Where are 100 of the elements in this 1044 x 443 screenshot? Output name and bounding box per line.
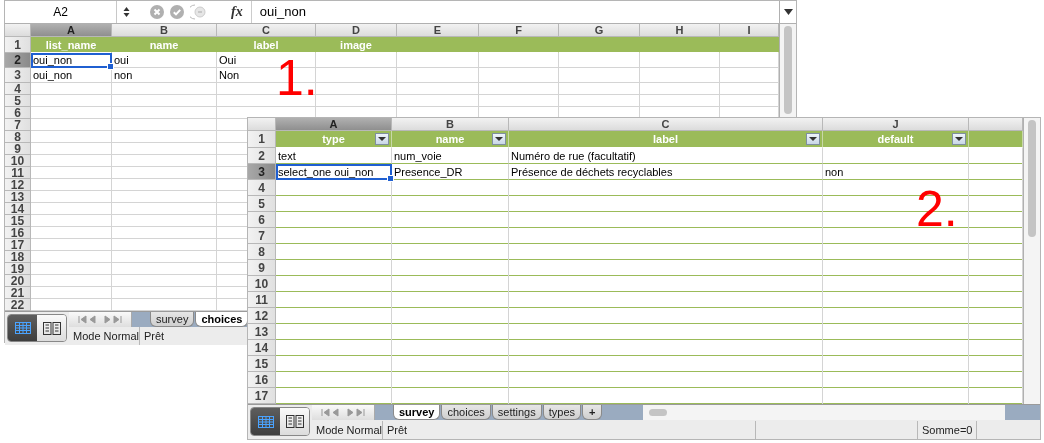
column-header[interactable]: G <box>559 24 640 37</box>
row-header[interactable]: 3 <box>248 164 276 180</box>
row-header[interactable]: 3 <box>5 68 31 83</box>
table-cell[interactable]: Numéro de rue (facultatif) <box>509 148 823 164</box>
status-text: Prêt <box>383 420 756 439</box>
row-header[interactable]: 14 <box>248 340 276 356</box>
header-label: default <box>877 133 914 145</box>
row-header[interactable]: 8 <box>248 244 276 260</box>
grid-icon <box>14 322 31 334</box>
row-header[interactable]: 22 <box>5 299 31 311</box>
dropdown-icon[interactable] <box>783 9 793 15</box>
table-cell[interactable]: text <box>276 148 392 164</box>
table-cell[interactable]: Presence_DR <box>392 164 509 180</box>
row-header[interactable]: 15 <box>248 356 276 372</box>
table-cell[interactable]: non <box>823 164 969 180</box>
table-cell[interactable]: num_voie <box>392 148 509 164</box>
column-header[interactable]: I <box>720 24 779 37</box>
table-cell[interactable]: oui_non <box>31 68 112 83</box>
row-header[interactable]: 9 <box>248 260 276 276</box>
filter-button[interactable] <box>806 133 820 145</box>
page-layout-view-button[interactable] <box>37 315 66 341</box>
sheet-tab[interactable]: types <box>542 405 581 420</box>
row-header[interactable]: 7 <box>248 228 276 244</box>
row-header[interactable]: 18 <box>5 251 31 263</box>
row-header[interactable]: 10 <box>5 155 31 167</box>
cancel-icon[interactable] <box>150 5 164 19</box>
table-cell[interactable]: oui <box>112 53 217 68</box>
scrollbar-thumb[interactable] <box>784 26 792 114</box>
row-header[interactable]: 12 <box>248 308 276 324</box>
filter-button[interactable] <box>952 133 966 145</box>
filter-button[interactable] <box>375 133 389 145</box>
normal-view-button[interactable] <box>251 408 280 435</box>
column-header[interactable]: H <box>640 24 720 37</box>
row-header[interactable]: 15 <box>5 215 31 227</box>
scrollbar-thumb[interactable] <box>1028 120 1036 237</box>
status-sum: Somme=0 <box>918 420 978 439</box>
table-cell[interactable]: non <box>112 68 217 83</box>
header-cell: label <box>217 37 316 53</box>
filter-button[interactable] <box>492 133 506 145</box>
row-header[interactable]: 10 <box>248 276 276 292</box>
row-header[interactable]: 14 <box>5 203 31 215</box>
row-header[interactable]: 11 <box>248 292 276 308</box>
header-cell: name <box>112 37 217 53</box>
column-header[interactable]: A <box>31 24 112 37</box>
row-header[interactable]: 2 <box>248 148 276 164</box>
sheet-navigation-icon[interactable] <box>318 408 368 417</box>
row-header[interactable]: 13 <box>248 324 276 340</box>
row-header[interactable]: 20 <box>5 275 31 287</box>
add-sheet-tab[interactable]: + <box>582 405 603 420</box>
column-header[interactable]: A <box>276 118 392 131</box>
grid-icon <box>257 415 274 428</box>
table-cell[interactable]: oui_non <box>31 53 112 68</box>
cell-reference-box[interactable]: A2 <box>5 1 117 23</box>
sheet-tab[interactable]: survey <box>150 312 195 327</box>
row-header[interactable]: 17 <box>5 239 31 251</box>
check-icon[interactable] <box>170 5 184 19</box>
horizontal-scrollbar[interactable] <box>643 405 1006 420</box>
column-header[interactable]: B <box>392 118 509 131</box>
fill-handle[interactable] <box>107 63 114 70</box>
row-header[interactable]: 6 <box>5 107 31 119</box>
row-header[interactable]: 7 <box>5 119 31 131</box>
column-header[interactable]: C <box>509 118 823 131</box>
row-header[interactable]: 4 <box>248 180 276 196</box>
row-header[interactable]: 2 <box>5 53 31 68</box>
row-header[interactable]: 4 <box>5 83 31 95</box>
row-header[interactable]: 1 <box>248 131 276 148</box>
row-header[interactable]: 17 <box>248 388 276 404</box>
row-header[interactable]: 16 <box>248 372 276 388</box>
row-header[interactable]: 21 <box>5 287 31 299</box>
page-layout-view-button[interactable] <box>280 408 309 435</box>
sheet-tab[interactable]: choices <box>195 312 249 327</box>
row-header[interactable]: 13 <box>5 191 31 203</box>
sheet-tab[interactable]: choices <box>441 405 491 420</box>
row-header[interactable]: 1 <box>5 37 31 53</box>
row-header[interactable]: 6 <box>248 212 276 228</box>
column-header[interactable]: B <box>112 24 217 37</box>
column-header[interactable]: C <box>217 24 316 37</box>
sheet-tab[interactable]: survey <box>393 405 441 420</box>
row-header[interactable]: 12 <box>5 179 31 191</box>
row-header[interactable]: 19 <box>5 263 31 275</box>
column-header[interactable]: F <box>479 24 559 37</box>
formula-field[interactable]: oui_non <box>250 1 779 23</box>
table-cell[interactable]: select_one oui_non <box>276 164 392 180</box>
normal-view-button[interactable] <box>8 315 37 341</box>
sheet-navigation-icon[interactable] <box>75 315 125 324</box>
pages-icon <box>285 415 304 428</box>
table-cell[interactable]: Présence de déchets recyclables <box>509 164 823 180</box>
fill-handle[interactable] <box>387 175 394 182</box>
row-header[interactable]: 9 <box>5 143 31 155</box>
column-header[interactable]: J <box>823 118 969 131</box>
sheet-tab[interactable]: settings <box>491 405 542 420</box>
column-header[interactable]: D <box>316 24 397 37</box>
row-header[interactable]: 8 <box>5 131 31 143</box>
function-label[interactable]: fx <box>231 4 243 20</box>
row-header[interactable]: 5 <box>248 196 276 212</box>
row-header[interactable]: 11 <box>5 167 31 179</box>
row-header[interactable]: 16 <box>5 227 31 239</box>
stepper-icon[interactable] <box>123 6 130 18</box>
column-header[interactable]: E <box>397 24 479 37</box>
row-header[interactable]: 5 <box>5 95 31 107</box>
